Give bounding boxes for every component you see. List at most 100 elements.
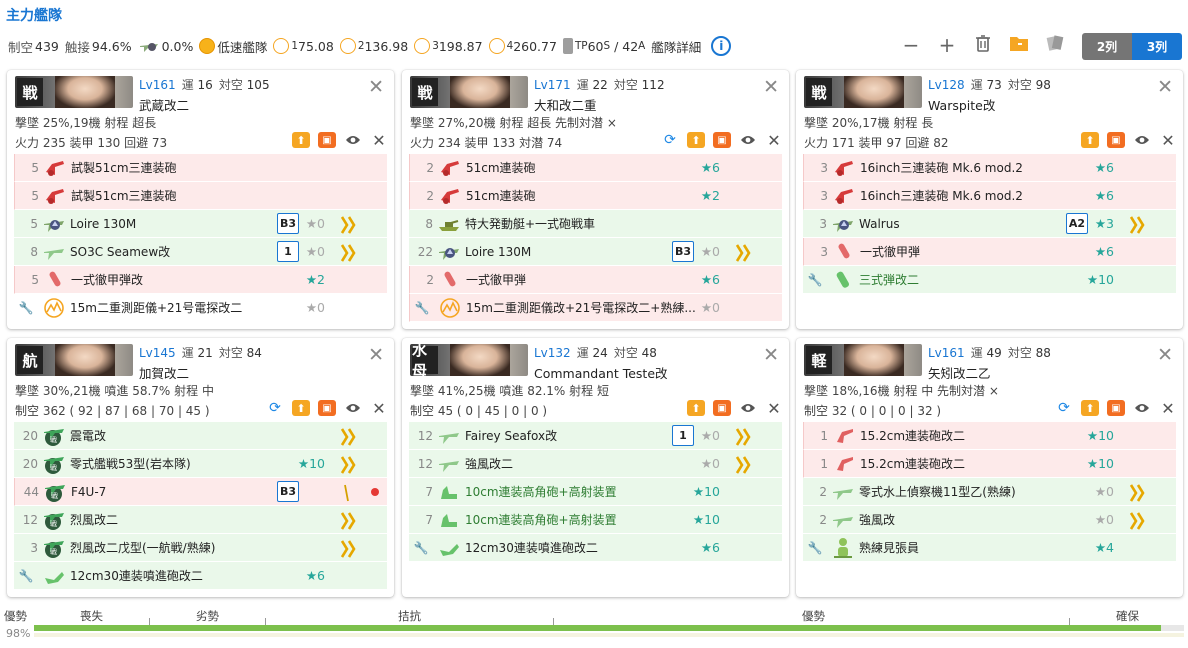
recon-plane-icon [139, 43, 158, 52]
equipment-row[interactable]: 12 戦 烈風改二 [14, 506, 387, 534]
folder-icon[interactable] [1008, 33, 1030, 57]
equipment-tag: 1 [672, 425, 694, 446]
eye-icon[interactable] [344, 400, 362, 416]
close-icon[interactable]: ✕ [370, 399, 388, 418]
ship-name: 武蔵改二 [139, 98, 190, 113]
equipment-row[interactable]: 3 16inch三連装砲 Mk.6 mod.2 ★6 [803, 182, 1176, 210]
fleet-detail-link[interactable]: 艦隊詳細 [651, 37, 701, 56]
improvement-star: ★3 [1094, 216, 1114, 231]
sync-icon[interactable]: ⟳ [1055, 400, 1073, 416]
remove-ship-icon[interactable]: ✕ [1157, 78, 1173, 97]
minus-icon[interactable]: − [900, 33, 922, 57]
info-icon[interactable]: i [711, 36, 732, 56]
luck-value: 22 [592, 78, 608, 92]
sync-icon[interactable]: ⟳ [266, 400, 284, 416]
equipment-row[interactable]: 🔧 15m二重測距儀+21号電探改二 ★0 [14, 294, 387, 322]
remove-ship-icon[interactable]: ✕ [368, 346, 384, 365]
eye-icon[interactable] [344, 132, 362, 148]
tp-value: 60 [587, 38, 604, 54]
lost-indicator [371, 488, 379, 496]
equipment-row[interactable]: 8 特大発動艇+一式砲戦車 [409, 210, 782, 238]
plus-icon[interactable]: + [936, 33, 958, 57]
slot-count: 3 [820, 244, 828, 259]
ship-banner[interactable]: 戦 [15, 76, 133, 108]
close-icon[interactable]: ✕ [1159, 399, 1177, 418]
equipment-row[interactable]: 🔧 12cm30連装噴進砲改二 ★6 [409, 534, 782, 562]
ship-banner[interactable]: 戦 [804, 76, 922, 108]
cards-icon[interactable] [1044, 33, 1066, 57]
close-icon[interactable]: ✕ [765, 131, 783, 150]
equipment-row[interactable]: 5 一式徹甲弾改 ★2 [14, 266, 387, 294]
close-icon[interactable]: ✕ [765, 399, 783, 418]
eye-icon[interactable] [739, 132, 757, 148]
equipment-row[interactable]: 🔧 熟練見張員 ★4 [803, 534, 1176, 562]
equipment-row[interactable]: 2 51cm連装砲 ★2 [409, 182, 782, 210]
equipment-row[interactable]: 20 戦 零式艦戦53型(岩本隊) ★10 [14, 450, 387, 478]
sync-icon[interactable]: ⟳ [661, 132, 679, 148]
ship-banner[interactable]: 戦 [410, 76, 528, 108]
remove-ship-icon[interactable]: ✕ [763, 78, 779, 97]
remove-ship-icon[interactable]: ✕ [368, 78, 384, 97]
equipment-row[interactable]: 3 戦 烈風改二戊型(一航戦/熟練) [14, 534, 387, 562]
equipment-row[interactable]: 7 10cm連装高角砲+高射装置 ★10 [409, 506, 782, 534]
improvement-icon[interactable]: ⬆ [292, 400, 310, 416]
improvement-icon[interactable]: ⬆ [292, 132, 310, 148]
equipment-row[interactable]: 2 零式水上偵察機11型乙(熟練) ★0 [803, 478, 1176, 506]
three-column-button[interactable]: 3列 [1132, 33, 1182, 60]
equipment-row[interactable]: 5 試製51cm三連装砲 [14, 182, 387, 210]
toolbox-icon[interactable]: ▣ [1107, 132, 1125, 148]
eye-icon[interactable] [1133, 400, 1151, 416]
equipment-name: 一式徹甲弾 [466, 273, 527, 287]
tp-rank-s: S [603, 40, 611, 52]
equipment-row[interactable]: 7 10cm連装高角砲+高射装置 ★10 [409, 478, 782, 506]
equipment-row[interactable]: 12 Fairey Seafox改 1 ★0 [409, 422, 782, 450]
eye-icon[interactable] [739, 400, 757, 416]
toolbox-icon[interactable]: ▣ [713, 132, 731, 148]
equipment-row[interactable]: 3 16inch三連装砲 Mk.6 mod.2 ★6 [803, 154, 1176, 182]
equipment-row[interactable]: 🔧 15m二重測距儀改+21号電探改二+熟練... ★0 [409, 294, 782, 322]
eye-icon[interactable] [1133, 132, 1151, 148]
equipment-row[interactable]: 12 強風改二 ★0 [409, 450, 782, 478]
equipment-row[interactable]: 3 Walrus A2 ★3 [803, 210, 1176, 238]
toolbox-icon[interactable]: ▣ [713, 400, 731, 416]
ship-banner[interactable]: 航 [15, 344, 133, 376]
slot-count: 1 [820, 456, 828, 471]
equipment-row[interactable]: 2 強風改 ★0 [803, 506, 1176, 534]
slot-count: 3 [819, 216, 827, 231]
close-icon[interactable]: ✕ [1159, 131, 1177, 150]
equipment-row[interactable]: 8 SO3C Seamew改 1 ★0 [14, 238, 387, 266]
equipment-row[interactable]: 44 戦 F4U-7 B3 [14, 478, 387, 506]
ship-banner[interactable]: 軽 [804, 344, 922, 376]
equipment-row[interactable]: 2 51cm連装砲 ★6 [409, 154, 782, 182]
ship-portrait [450, 344, 510, 376]
page-title: 主力艦隊 [6, 8, 62, 24]
toolbox-icon[interactable]: ▣ [1107, 400, 1125, 416]
improvement-icon[interactable]: ⬆ [687, 132, 705, 148]
equipment-row[interactable]: 22 Loire 130M B3 ★0 [409, 238, 782, 266]
ship-banner[interactable]: 水母 [410, 344, 528, 376]
equipment-icon [831, 537, 855, 559]
improvement-icon[interactable]: ⬆ [687, 400, 705, 416]
equipment-row[interactable]: 🔧 三式弾改二 ★10 [803, 266, 1176, 294]
equipment-row[interactable]: 5 Loire 130M B3 ★0 [14, 210, 387, 238]
equipment-row[interactable]: 3 一式徹甲弾 ★6 [803, 238, 1176, 266]
toolbox-icon[interactable]: ▣ [318, 400, 336, 416]
equipment-row[interactable]: 1 15.2cm連装砲改二 ★10 [803, 450, 1176, 478]
slot-count: 2 [819, 484, 827, 499]
aa-value: 84 [246, 346, 262, 360]
trash-icon[interactable] [972, 33, 994, 57]
equipment-row[interactable]: 2 一式徹甲弾 ★6 [409, 266, 782, 294]
equipment-name: Loire 130M [465, 244, 532, 259]
remove-ship-icon[interactable]: ✕ [763, 346, 779, 365]
equipment-row[interactable]: 🔧 12cm30連装噴進砲改二 ★6 [14, 562, 387, 590]
two-column-button[interactable]: 2列 [1082, 33, 1132, 60]
remove-ship-icon[interactable]: ✕ [1157, 346, 1173, 365]
close-icon[interactable]: ✕ [370, 131, 388, 150]
equipment-name: 強風改 [859, 513, 896, 527]
improvement-icon[interactable]: ⬆ [1081, 132, 1099, 148]
toolbox-icon[interactable]: ▣ [318, 132, 336, 148]
equipment-row[interactable]: 20 戦 震電改 [14, 422, 387, 450]
improvement-icon[interactable]: ⬆ [1081, 400, 1099, 416]
equipment-row[interactable]: 1 15.2cm連装砲改二 ★10 [803, 422, 1176, 450]
equipment-row[interactable]: 5 試製51cm三連装砲 [14, 154, 387, 182]
